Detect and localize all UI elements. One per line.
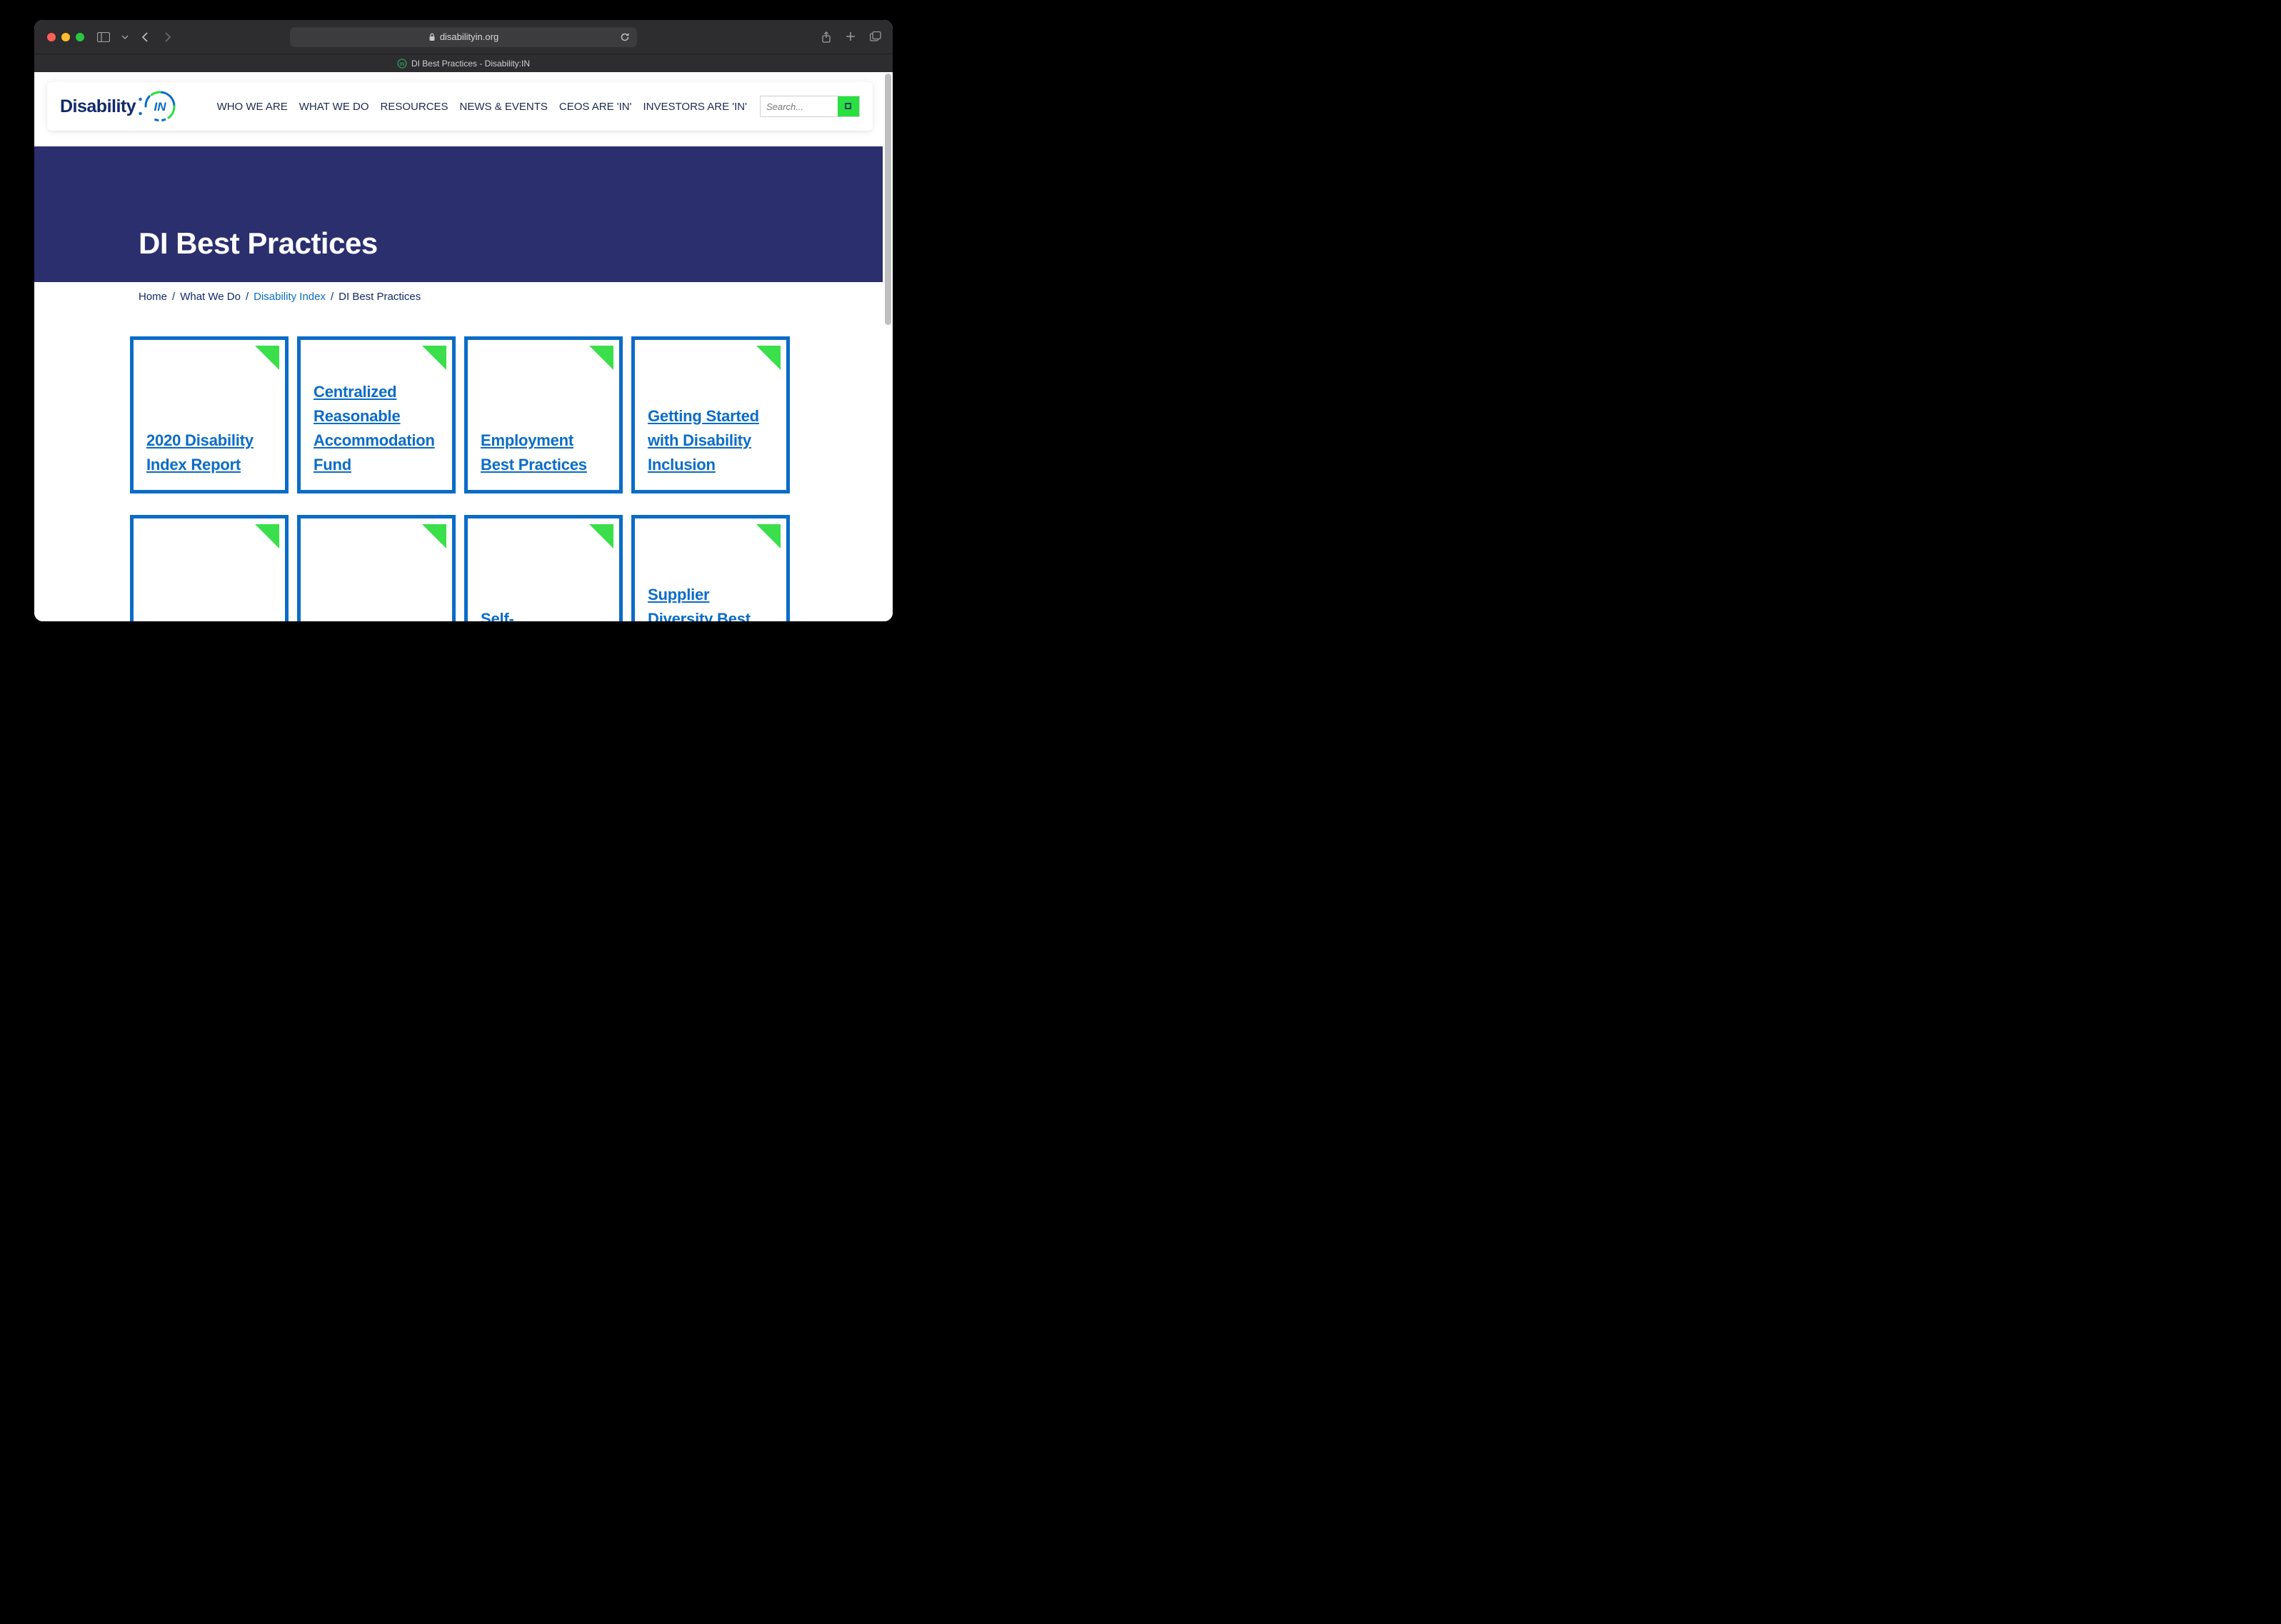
card-corner-icon [589, 346, 613, 370]
logo[interactable]: Disability IN [60, 89, 179, 124]
card-link[interactable]: Supplier Diversity Best Practices from [648, 583, 773, 621]
card-link[interactable]: Centralized Reasonable Accommodation Fun… [314, 380, 439, 477]
card[interactable]: Roadmap to [297, 515, 456, 621]
address-bar[interactable]: disabilityin.org [290, 27, 637, 47]
card-corner-icon [756, 346, 781, 370]
card[interactable]: Centralized Reasonable Accommodation Fun… [297, 336, 456, 493]
card[interactable]: Self-Identification [464, 515, 623, 621]
window-zoom-button[interactable] [76, 33, 84, 41]
nav-news-events[interactable]: NEWS & EVENTS [460, 101, 548, 113]
share-icon[interactable] [821, 31, 831, 43]
card-corner-icon [422, 346, 446, 370]
search-input[interactable] [761, 96, 838, 116]
window-minimize-button[interactable] [61, 33, 70, 41]
card-corner-icon [255, 524, 279, 548]
card-grid: 2020 Disability Index Report Centralized… [130, 336, 790, 621]
breadcrumb-sep: / [331, 291, 334, 303]
tabs-overview-icon[interactable] [870, 31, 881, 43]
card-link[interactable]: 2020 Disability Index Report [146, 428, 272, 477]
card[interactable]: Getting Started with Disability Inclusio… [631, 336, 790, 493]
svg-text:IN: IN [399, 62, 404, 67]
breadcrumb-item[interactable]: What We Do [180, 291, 241, 303]
nav-who-we-are[interactable]: WHO WE ARE [217, 101, 288, 113]
breadcrumb-item-current: DI Best Practices [339, 291, 421, 303]
nav-links: WHO WE ARE WHAT WE DO RESOURCES NEWS & E… [217, 101, 747, 113]
window-close-button[interactable] [47, 33, 56, 41]
nav-investors-are-in[interactable]: INVESTORS ARE 'IN' [643, 101, 748, 113]
svg-text:IN: IN [154, 100, 167, 114]
logo-text-left: Disability [60, 96, 136, 117]
search-button[interactable] [838, 96, 859, 116]
new-tab-icon[interactable] [846, 31, 856, 43]
url-text: disabilityin.org [440, 31, 498, 42]
hero-banner: DI Best Practices [34, 146, 883, 282]
titlebar: disabilityin.org [34, 20, 893, 54]
page-viewport: DI Best Practices Home / What We Do / Di… [34, 72, 893, 621]
top-nav: Disability IN WHO WE ARE WHAT WE DO RESO… [47, 82, 873, 131]
card[interactable]: Employment Best Practices [464, 336, 623, 493]
chevron-down-icon[interactable] [119, 32, 131, 42]
tab-title[interactable]: DI Best Practices - Disability:IN [411, 59, 530, 69]
breadcrumb-item[interactable]: Disability Index [254, 291, 326, 303]
card[interactable]: Supplier Diversity Best Practices from [631, 515, 790, 621]
breadcrumb-item[interactable]: Home [139, 291, 167, 303]
forward-button[interactable] [163, 31, 171, 43]
scrollbar-thumb[interactable] [885, 74, 891, 325]
nav-resources[interactable]: RESOURCES [381, 101, 448, 113]
card[interactable]: 2020 Disability Index Report [130, 336, 289, 493]
card-corner-icon [422, 524, 446, 548]
nav-ceos-are-in[interactable]: CEOS ARE 'IN' [559, 101, 632, 113]
favicon-icon: IN [397, 59, 407, 69]
scrollbar[interactable] [883, 72, 893, 621]
search-form [760, 96, 860, 117]
lock-icon [428, 33, 436, 41]
card-corner-icon [756, 524, 781, 548]
card-link[interactable]: Self-Identification [481, 607, 606, 621]
breadcrumb-sep: / [246, 291, 249, 303]
logo-mark-icon: IN [139, 89, 179, 124]
nav-what-we-do[interactable]: WHAT WE DO [299, 101, 369, 113]
reload-button[interactable] [620, 32, 630, 42]
card[interactable]: Global Best [130, 515, 289, 621]
breadcrumb: Home / What We Do / Disability Index / D… [139, 291, 421, 303]
page-title: DI Best Practices [139, 226, 378, 261]
tab-bar: IN DI Best Practices - Disability:IN [34, 54, 893, 72]
card-corner-icon [255, 346, 279, 370]
back-button[interactable] [141, 31, 150, 43]
sidebar-toggle-icon[interactable] [97, 32, 110, 42]
card-corner-icon [589, 524, 613, 548]
card-link[interactable]: Employment Best Practices [481, 428, 606, 477]
card-link[interactable]: Getting Started with Disability Inclusio… [648, 404, 773, 477]
search-icon [844, 102, 853, 111]
breadcrumb-sep: / [172, 291, 175, 303]
browser-window: disabilityin.org IN DI Best Practices - … [34, 20, 893, 621]
traffic-lights [47, 33, 84, 41]
